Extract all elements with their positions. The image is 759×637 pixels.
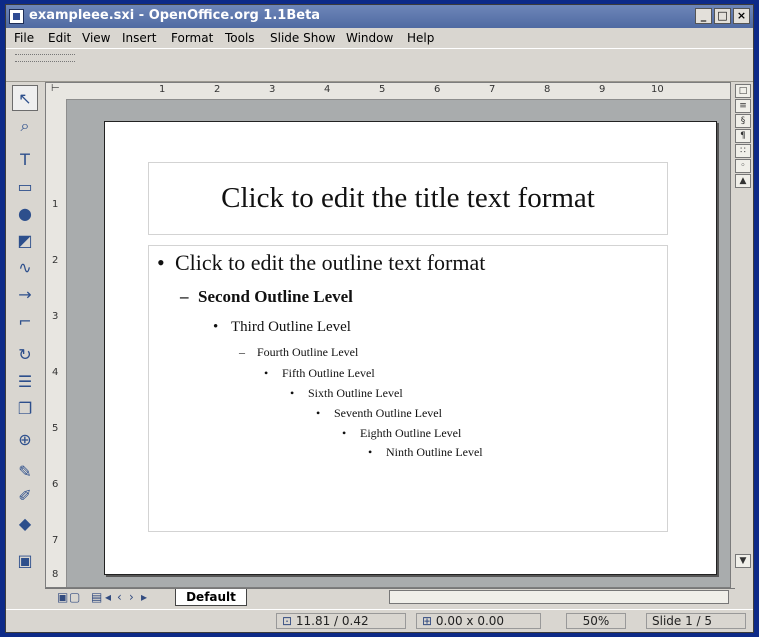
outline-level-3: • Third Outline Level <box>213 319 351 335</box>
select-arrow-icon[interactable]: ↖ <box>12 85 38 111</box>
minimize-button[interactable]: _ <box>695 8 712 24</box>
ellipse-icon[interactable]: ● <box>12 200 38 226</box>
connector-icon[interactable]: ⌐ <box>12 308 38 334</box>
outline-level-6: • Sixth Outline Level <box>290 386 403 400</box>
scroll-down-icon[interactable]: ▼ <box>735 554 751 568</box>
status-size: ⊞ 0.00 x 0.00 <box>416 613 541 629</box>
ruler-mark: 2 <box>214 84 221 95</box>
app-icon[interactable] <box>9 9 24 24</box>
interaction-icon[interactable]: ✐ <box>12 482 38 508</box>
outline-level-2: – Second Outline Level <box>180 287 353 306</box>
ruler-mark: 1 <box>159 84 166 95</box>
tab-default[interactable]: Default <box>175 589 247 606</box>
menu-help[interactable]: Help <box>407 31 434 45</box>
outline-level-9: • Ninth Outline Level <box>368 445 483 459</box>
menu-edit[interactable]: Edit <box>48 31 71 45</box>
ruler-mark: 7 <box>489 84 496 95</box>
rectangle-icon[interactable]: ▭ <box>12 173 38 199</box>
handout-view-icon[interactable]: ¶ <box>735 129 751 143</box>
status-bar: ⊡ 11.81 / 0.42 ⊞ 0.00 x 0.00 50% Slide 1… <box>6 609 753 632</box>
outline-level-8: • Eighth Outline Level <box>342 426 462 440</box>
notes-view-icon[interactable]: § <box>735 114 751 128</box>
app-window: exampleee.sxi - OpenOffice.org 1.1Beta _… <box>5 4 754 633</box>
ruler-mark: 10 <box>651 84 664 95</box>
line-arrow-icon[interactable]: → <box>12 281 38 307</box>
menu-file[interactable]: File <box>14 31 34 45</box>
ruler-mark: 3 <box>269 84 276 95</box>
arrange-icon[interactable]: ❐ <box>12 395 38 421</box>
slide-show-view-icon[interactable]: ◦ <box>735 159 751 173</box>
title-bar: exampleee.sxi - OpenOffice.org 1.1Beta _… <box>6 5 753 28</box>
effects-icon[interactable]: ✎ <box>12 458 38 484</box>
ruler-mark: 1 <box>52 199 59 210</box>
ruler-mark: 4 <box>52 367 59 378</box>
scroll-up-icon[interactable]: ▲ <box>735 174 751 188</box>
last-tab-icon[interactable]: ▸ <box>141 590 147 604</box>
menu-format[interactable]: Format <box>171 31 213 45</box>
ruler-mark: 7 <box>52 535 59 546</box>
maximize-button[interactable]: □ <box>714 8 731 24</box>
title-placeholder[interactable]: Click to edit the title text format <box>148 162 668 235</box>
ruler-mark: 2 <box>52 255 59 266</box>
outline-view-icon[interactable]: ≡ <box>735 99 751 113</box>
outline-level-1: • Click to edit the outline text format <box>157 250 486 275</box>
3d-objects-icon[interactable]: ◩ <box>12 227 38 253</box>
menu-insert[interactable]: Insert <box>122 31 156 45</box>
close-button[interactable]: × <box>733 8 750 24</box>
outline-level-4: – Fourth Outline Level <box>239 345 359 359</box>
alignment-icon[interactable]: ☰ <box>12 368 38 394</box>
status-zoom[interactable]: 50% <box>566 613 626 629</box>
outline-placeholder[interactable]: • Click to edit the outline text format –… <box>148 245 668 532</box>
ruler-mark: 6 <box>434 84 441 95</box>
ruler-mark: 8 <box>544 84 551 95</box>
view-mode-icon[interactable]: □ <box>735 84 751 98</box>
curve-icon[interactable]: ∿ <box>12 254 38 280</box>
status-position: ⊡ 11.81 / 0.42 <box>276 613 406 629</box>
ruler-mark: 5 <box>52 423 59 434</box>
insert-icon[interactable]: ⊕ <box>12 426 38 452</box>
object-toolbar <box>6 48 753 82</box>
menu-slide-show[interactable]: Slide Show <box>270 31 335 45</box>
window-title: exampleee.sxi - OpenOffice.org 1.1Beta <box>29 8 321 23</box>
text-icon[interactable]: T <box>12 146 38 172</box>
first-tab-icon[interactable]: ◂ <box>105 590 111 604</box>
menu-view[interactable]: View <box>82 31 110 45</box>
toolbar-grip-icon[interactable] <box>15 54 75 62</box>
ruler-mark: 5 <box>379 84 386 95</box>
3d-controller-icon[interactable]: ◆ <box>12 510 38 536</box>
ruler-mark: 4 <box>324 84 331 95</box>
outline-level-7: • Seventh Outline Level <box>316 406 442 420</box>
ruler-mark: 9 <box>599 84 606 95</box>
menu-tools[interactable]: Tools <box>225 31 255 45</box>
ruler-mark: 6 <box>52 479 59 490</box>
vertical-ruler[interactable]: 1 2 3 4 5 6 7 8 <box>46 99 67 587</box>
slide-show-icon[interactable]: ▣ <box>12 547 38 573</box>
zoom-icon[interactable]: ⌕ <box>12 113 38 139</box>
ruler-origin-icon: ⊢ <box>51 83 60 94</box>
status-slide: Slide 1 / 5 <box>646 613 746 629</box>
rotate-icon[interactable]: ↻ <box>12 341 38 367</box>
slide-sorter-icon[interactable]: ∷ <box>735 144 751 158</box>
document-workspace[interactable]: ⊢ 1 2 3 4 5 6 7 8 9 10 1 2 3 4 5 6 7 8 C… <box>45 82 731 588</box>
previous-tab-icon[interactable]: ‹ <box>117 590 122 604</box>
ruler-mark: 8 <box>52 569 59 580</box>
outline-level-5: • Fifth Outline Level <box>264 366 375 380</box>
horizontal-scrollbar[interactable] <box>389 590 729 604</box>
next-tab-icon[interactable]: › <box>129 590 134 604</box>
drawing-view-icon[interactable]: ▣ <box>57 590 68 604</box>
ruler-mark: 3 <box>52 311 59 322</box>
size-icon: ⊞ <box>422 614 433 628</box>
master-view-icon[interactable]: ▢ <box>69 590 80 604</box>
position-icon: ⊡ <box>282 614 293 628</box>
menu-bar: File Edit View Insert Format Tools Slide… <box>6 28 753 48</box>
slide-tabs-bar: ▣ ▢ ▤ ◂ ‹ › ▸ Default <box>45 588 735 606</box>
menu-window[interactable]: Window <box>346 31 393 45</box>
layer-view-icon[interactable]: ▤ <box>91 590 102 604</box>
vertical-scrollbar[interactable]: □ ≡ § ¶ ∷ ◦ ▲ ▼ <box>730 82 753 588</box>
horizontal-ruler[interactable]: ⊢ 1 2 3 4 5 6 7 8 9 10 <box>46 83 730 100</box>
slide-canvas[interactable]: Click to edit the title text format • Cli… <box>104 121 717 575</box>
drawing-toolbox: ↖ ⌕ T ▭ ● ◩ ∿ → ⌐ ↻ ☰ ❐ ⊕ ✎ ✐ ◆ ▣ <box>10 82 47 582</box>
